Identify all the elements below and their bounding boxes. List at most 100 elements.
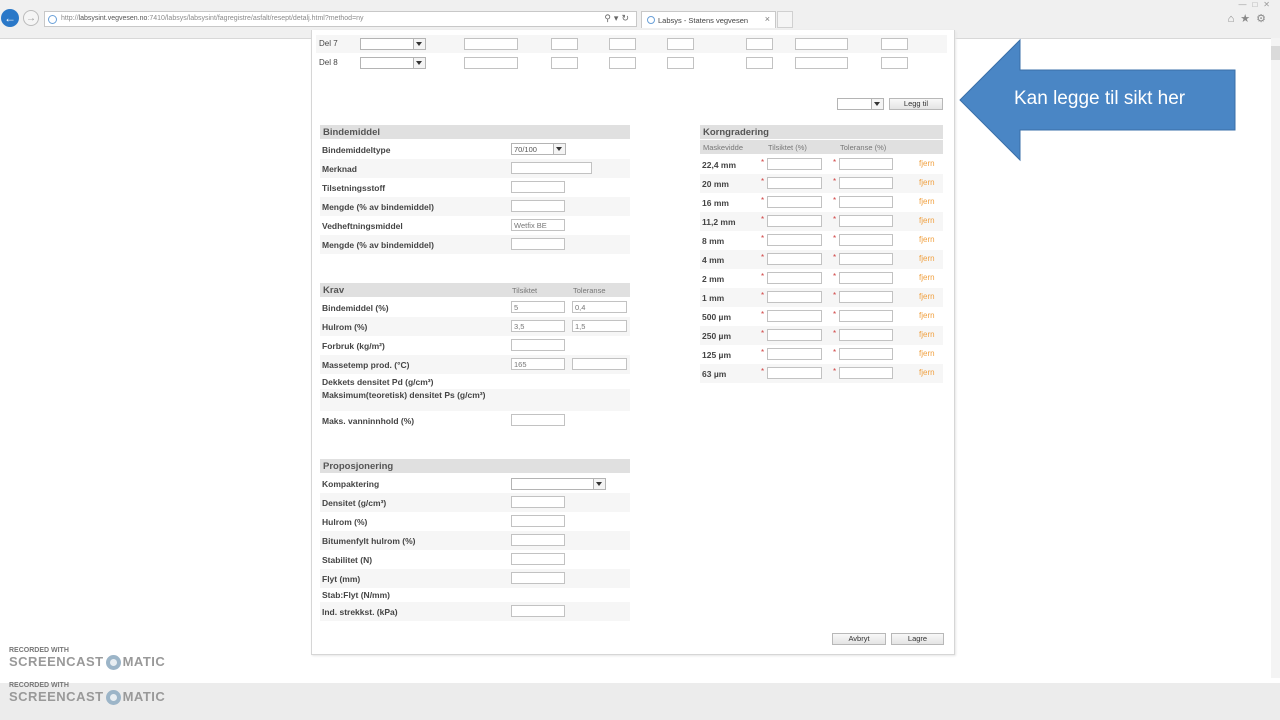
fjern-link[interactable]: fjern — [919, 292, 935, 301]
fjern-link[interactable]: fjern — [919, 349, 935, 358]
korn-tol-input[interactable] — [839, 177, 893, 189]
window-controls[interactable]: —□✕ — [1238, 0, 1276, 9]
fjern-link[interactable]: fjern — [919, 159, 935, 168]
fjern-link[interactable]: fjern — [919, 273, 935, 282]
proposjonering-label: Kompaktering — [322, 479, 380, 489]
legg-til-button[interactable]: Legg til — [889, 98, 943, 110]
proposjonering-input[interactable] — [511, 605, 565, 617]
annotation-text: Kan legge til sikt her — [1014, 88, 1186, 109]
korn-tol-input[interactable] — [839, 196, 893, 208]
fjern-link[interactable]: fjern — [919, 197, 935, 206]
forward-arrow-icon[interactable]: → — [23, 10, 39, 26]
browser-tab[interactable]: Labsys - Statens vegvesen × — [641, 11, 776, 28]
bindemiddel-input[interactable] — [511, 238, 565, 250]
del-input-4[interactable] — [667, 57, 694, 69]
krav-target-input[interactable]: 165 — [511, 358, 565, 370]
fjern-link[interactable]: fjern — [919, 311, 935, 320]
korn-col-mesh: Maskevidde — [703, 143, 744, 152]
del-input-1[interactable] — [464, 38, 518, 50]
krav-tol-input[interactable] — [572, 358, 627, 370]
bindemiddel-input[interactable]: Wetfix BE — [511, 219, 565, 231]
krav-tol-input[interactable]: 0,4 — [572, 301, 627, 313]
del-input-3[interactable] — [609, 38, 636, 50]
proposjonering-input[interactable] — [511, 515, 565, 527]
korn-target-input[interactable] — [767, 329, 822, 341]
fjern-link[interactable]: fjern — [919, 368, 935, 377]
korn-tol-input[interactable] — [839, 253, 893, 265]
korn-target-input[interactable] — [767, 291, 822, 303]
proposjonering-row: Stab:Flyt (N/mm) — [320, 588, 630, 602]
avbryt-button[interactable]: Avbryt — [832, 633, 886, 645]
korn-tol-input[interactable] — [839, 348, 893, 360]
korn-target-input[interactable] — [767, 272, 822, 284]
korn-tol-input[interactable] — [839, 234, 893, 246]
del-material-select[interactable] — [360, 38, 426, 50]
page-scrollbar[interactable] — [1271, 38, 1280, 678]
fjern-link[interactable]: fjern — [919, 330, 935, 339]
krav-target-input[interactable] — [511, 414, 565, 426]
required-marker: * — [833, 329, 837, 338]
del-input-1[interactable] — [464, 57, 518, 69]
kompaktering-select[interactable] — [511, 478, 606, 490]
proposjonering-input[interactable] — [511, 496, 565, 508]
home-favorites-settings-icons[interactable]: ⌂★⚙ — [1228, 12, 1272, 25]
fjern-link[interactable]: fjern — [919, 235, 935, 244]
del-input-4[interactable] — [667, 38, 694, 50]
proposjonering-input[interactable] — [511, 534, 565, 546]
fjern-link[interactable]: fjern — [919, 216, 935, 225]
del-input-6[interactable] — [795, 38, 848, 50]
korn-tol-input[interactable] — [839, 272, 893, 284]
korn-target-input[interactable] — [767, 367, 822, 379]
krav-label: Forbruk (kg/m²) — [322, 341, 385, 351]
del-input-2[interactable] — [551, 57, 578, 69]
krav-tol-input[interactable]: 1,5 — [572, 320, 627, 332]
required-marker: * — [761, 367, 765, 376]
bindemiddel-input[interactable] — [511, 200, 565, 212]
del-input-3[interactable] — [609, 57, 636, 69]
korn-target-input[interactable] — [767, 215, 822, 227]
korn-tol-input[interactable] — [839, 310, 893, 322]
korn-target-input[interactable] — [767, 158, 822, 170]
tab-close-icon[interactable]: × — [765, 14, 770, 24]
sikt-select[interactable] — [837, 98, 884, 110]
sieve-label: 1 mm — [702, 293, 725, 303]
korn-tol-input[interactable] — [839, 215, 893, 227]
korn-target-input[interactable] — [767, 348, 822, 360]
del-input-5[interactable] — [746, 57, 773, 69]
korn-target-input[interactable] — [767, 310, 822, 322]
korn-target-input[interactable] — [767, 234, 822, 246]
del-input-6[interactable] — [795, 57, 848, 69]
search-refresh-icons[interactable]: ⚲▾↻ — [604, 13, 632, 24]
del-input-2[interactable] — [551, 38, 578, 50]
back-arrow-icon[interactable]: ← — [1, 9, 19, 27]
fjern-link[interactable]: fjern — [919, 178, 935, 187]
lagre-button[interactable]: Lagre — [891, 633, 944, 645]
korn-tol-input[interactable] — [839, 291, 893, 303]
krav-target-input[interactable]: 5 — [511, 301, 565, 313]
proposjonering-input[interactable] — [511, 572, 565, 584]
address-bar[interactable]: http://labsysint.vegvesen.no:7410/labsys… — [44, 11, 637, 27]
del-input-5[interactable] — [746, 38, 773, 50]
korn-col-tol: Toleranse (%) — [840, 143, 887, 152]
korn-target-input[interactable] — [767, 196, 822, 208]
bindemiddel-row: Bindemiddeltype — [320, 140, 630, 159]
sieve-label: 125 µm — [702, 350, 731, 360]
del-input-7[interactable] — [881, 57, 908, 69]
korn-tol-input[interactable] — [839, 158, 893, 170]
krav-target-input[interactable] — [511, 339, 565, 351]
proposjonering-input[interactable] — [511, 553, 565, 565]
bindemiddel-label: Merknad — [322, 164, 357, 174]
required-marker: * — [833, 310, 837, 319]
del-input-7[interactable] — [881, 38, 908, 50]
del-material-select[interactable] — [360, 57, 426, 69]
bindemiddel-input[interactable] — [511, 181, 565, 193]
bindemiddeltype-select[interactable]: 70/100 — [511, 143, 566, 155]
korn-tol-input[interactable] — [839, 329, 893, 341]
fjern-link[interactable]: fjern — [919, 254, 935, 263]
krav-target-input[interactable]: 3,5 — [511, 320, 565, 332]
korn-target-input[interactable] — [767, 253, 822, 265]
korn-target-input[interactable] — [767, 177, 822, 189]
new-tab-button[interactable] — [777, 11, 793, 28]
korn-tol-input[interactable] — [839, 367, 893, 379]
merknad-input[interactable] — [511, 162, 592, 174]
